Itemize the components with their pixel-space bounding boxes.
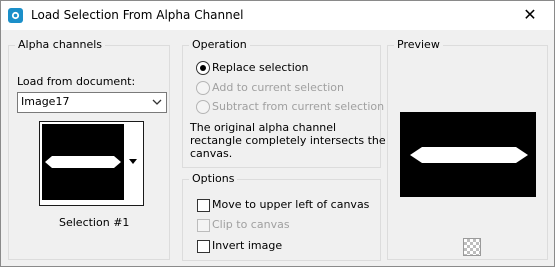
selection-thumbnail	[42, 124, 124, 200]
info-line-2: rectangle completely intersects the	[190, 134, 386, 147]
triangle-down-icon	[129, 159, 137, 164]
preview-canvas	[400, 112, 536, 197]
invert-image-label[interactable]: Invert image	[212, 239, 282, 252]
options-title: Options	[189, 172, 238, 185]
title-bar[interactable]: Load Selection From Alpha Channel ✕	[1, 1, 554, 30]
subtract-selection-radio[interactable]	[196, 100, 210, 114]
replace-selection-radio[interactable]	[196, 61, 210, 75]
load-from-label: Load from document:	[17, 75, 136, 88]
invert-image-checkbox[interactable]	[197, 240, 210, 253]
info-line-3: canvas.	[190, 147, 233, 160]
checkerboard-icon[interactable]	[463, 238, 481, 256]
preview-selection-shape	[410, 147, 528, 163]
replace-selection-label[interactable]: Replace selection	[212, 61, 308, 74]
clip-to-canvas-checkbox[interactable]	[197, 219, 210, 232]
selection-name: Selection #1	[59, 216, 130, 229]
close-button[interactable]: ✕	[512, 4, 548, 26]
move-to-upper-left-checkbox[interactable]	[197, 199, 210, 212]
move-to-upper-left-label[interactable]: Move to upper left of canvas	[212, 198, 369, 211]
add-selection-label[interactable]: Add to current selection	[212, 81, 344, 94]
alpha-channels-title: Alpha channels	[15, 38, 106, 51]
add-selection-radio[interactable]	[196, 81, 210, 95]
chevron-down-icon	[152, 99, 162, 105]
clip-to-canvas-label[interactable]: Clip to canvas	[212, 218, 290, 231]
document-value: Image17	[21, 95, 70, 108]
dialog-window: Load Selection From Alpha Channel ✕ Alph…	[0, 0, 555, 267]
subtract-selection-label[interactable]: Subtract from current selection	[212, 100, 384, 113]
dialog-title: Load Selection From Alpha Channel	[31, 8, 244, 22]
operation-title: Operation	[189, 38, 250, 51]
document-select[interactable]: Image17	[17, 92, 167, 113]
selection-thumbnail-picker[interactable]	[39, 121, 144, 206]
info-line-1: The original alpha channel	[190, 121, 337, 134]
thumbnail-dropdown-button[interactable]	[126, 124, 141, 200]
selection-shape	[45, 156, 121, 168]
paint-shop-icon	[8, 8, 23, 23]
close-icon: ✕	[523, 5, 537, 24]
preview-title: Preview	[394, 38, 443, 51]
